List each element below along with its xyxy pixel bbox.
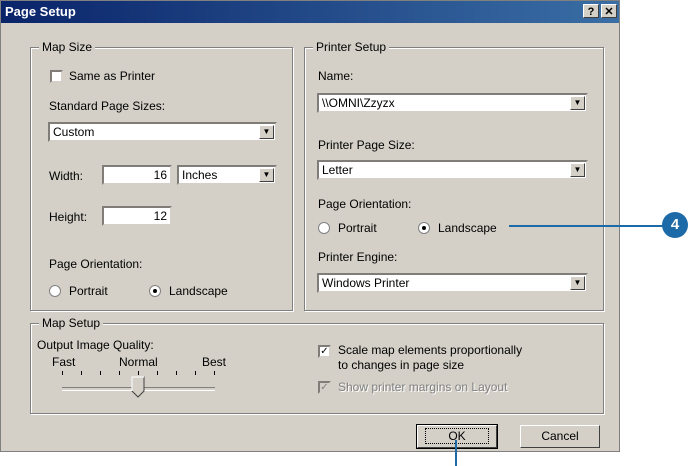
chevron-down-icon[interactable]: ▼ xyxy=(259,168,274,182)
printer-engine-label: Printer Engine: xyxy=(318,250,398,264)
map-setup-legend: Map Setup xyxy=(39,316,104,330)
map-landscape-label: Landscape xyxy=(169,284,228,298)
dialog-title: Page Setup xyxy=(5,4,76,19)
cancel-button[interactable]: Cancel xyxy=(520,425,600,448)
standard-page-sizes-value: Custom xyxy=(53,125,95,139)
map-portrait-label: Portrait xyxy=(69,284,108,298)
same-as-printer-checkbox[interactable] xyxy=(50,70,63,83)
ok-button-label: OK xyxy=(425,428,489,444)
quality-fast-label: Fast xyxy=(52,355,76,369)
width-label: Width: xyxy=(49,169,84,183)
show-margins-label: Show printer margins on Layout xyxy=(338,380,508,394)
chevron-down-icon[interactable]: ▼ xyxy=(570,276,585,290)
units-dropdown[interactable]: Inches ▼ xyxy=(177,165,277,185)
slider-tick xyxy=(195,371,196,375)
close-button[interactable]: ✕ xyxy=(601,4,617,18)
slider-tick xyxy=(138,371,139,375)
map-setup-group: Map Setup Output Image Quality: Fast Nor… xyxy=(30,316,604,414)
help-button[interactable]: ? xyxy=(583,4,599,18)
ok-button[interactable]: OK xyxy=(416,424,498,449)
scale-elements-label-1: Scale map elements proportionally xyxy=(338,343,523,357)
slider-tick xyxy=(62,371,63,375)
title-bar: Page Setup ? ✕ xyxy=(1,1,619,23)
printer-name-value: \\OMNI\Zzyzx xyxy=(322,96,395,110)
printer-portrait-label: Portrait xyxy=(338,221,377,235)
slider-tick xyxy=(81,371,82,375)
show-margins-checkbox[interactable]: ✓ xyxy=(318,381,331,394)
scale-elements-label-2: to changes in page size xyxy=(338,358,465,372)
printer-page-size-label: Printer Page Size: xyxy=(318,138,415,152)
slider-thumb[interactable] xyxy=(131,376,145,398)
output-quality-label: Output Image Quality: xyxy=(37,338,154,352)
ok-callout-line xyxy=(455,440,457,466)
chevron-down-icon[interactable]: ▼ xyxy=(570,163,585,177)
same-as-printer-label: Same as Printer xyxy=(69,69,156,83)
scale-elements-checkbox[interactable]: ✓ xyxy=(318,345,331,358)
slider-tick xyxy=(157,371,158,375)
printer-name-label: Name: xyxy=(318,69,354,83)
quality-normal-label: Normal xyxy=(119,355,158,369)
slider-tick xyxy=(119,371,120,375)
width-input[interactable]: 16 xyxy=(102,165,172,185)
standard-page-sizes-label: Standard Page Sizes: xyxy=(49,99,166,113)
printer-landscape-radio[interactable] xyxy=(418,222,430,234)
callout-line xyxy=(509,225,667,227)
chevron-down-icon[interactable]: ▼ xyxy=(259,125,274,139)
height-label: Height: xyxy=(49,210,88,224)
quality-best-label: Best xyxy=(202,355,227,369)
slider-tick xyxy=(176,371,177,375)
callout-number-badge: 4 xyxy=(662,212,688,238)
map-landscape-radio[interactable] xyxy=(149,285,161,297)
standard-page-sizes-dropdown[interactable]: Custom ▼ xyxy=(48,122,277,142)
printer-page-size-dropdown[interactable]: Letter ▼ xyxy=(317,160,588,180)
map-size-group: Map Size Same as Printer Standard Page S… xyxy=(30,40,293,311)
printer-setup-group: Printer Setup Name: \\OMNI\Zzyzx ▼ Print… xyxy=(304,40,604,311)
printer-name-dropdown[interactable]: \\OMNI\Zzyzx ▼ xyxy=(317,93,588,113)
printer-engine-dropdown[interactable]: Windows Printer ▼ xyxy=(317,273,588,293)
slider-tick xyxy=(214,371,215,375)
chevron-down-icon[interactable]: ▼ xyxy=(570,96,585,110)
printer-setup-legend: Printer Setup xyxy=(313,40,390,54)
printer-landscape-label: Landscape xyxy=(438,221,497,235)
map-orientation-label: Page Orientation: xyxy=(49,257,143,271)
map-portrait-radio[interactable] xyxy=(49,285,61,297)
map-size-legend: Map Size xyxy=(39,40,96,54)
printer-portrait-radio[interactable] xyxy=(318,222,330,234)
units-value: Inches xyxy=(182,168,218,182)
slider-tick xyxy=(100,371,101,375)
printer-engine-value: Windows Printer xyxy=(322,276,410,290)
height-input[interactable]: 12 xyxy=(102,206,172,226)
printer-page-size-value: Letter xyxy=(322,163,353,177)
printer-orientation-label: Page Orientation: xyxy=(318,197,412,211)
